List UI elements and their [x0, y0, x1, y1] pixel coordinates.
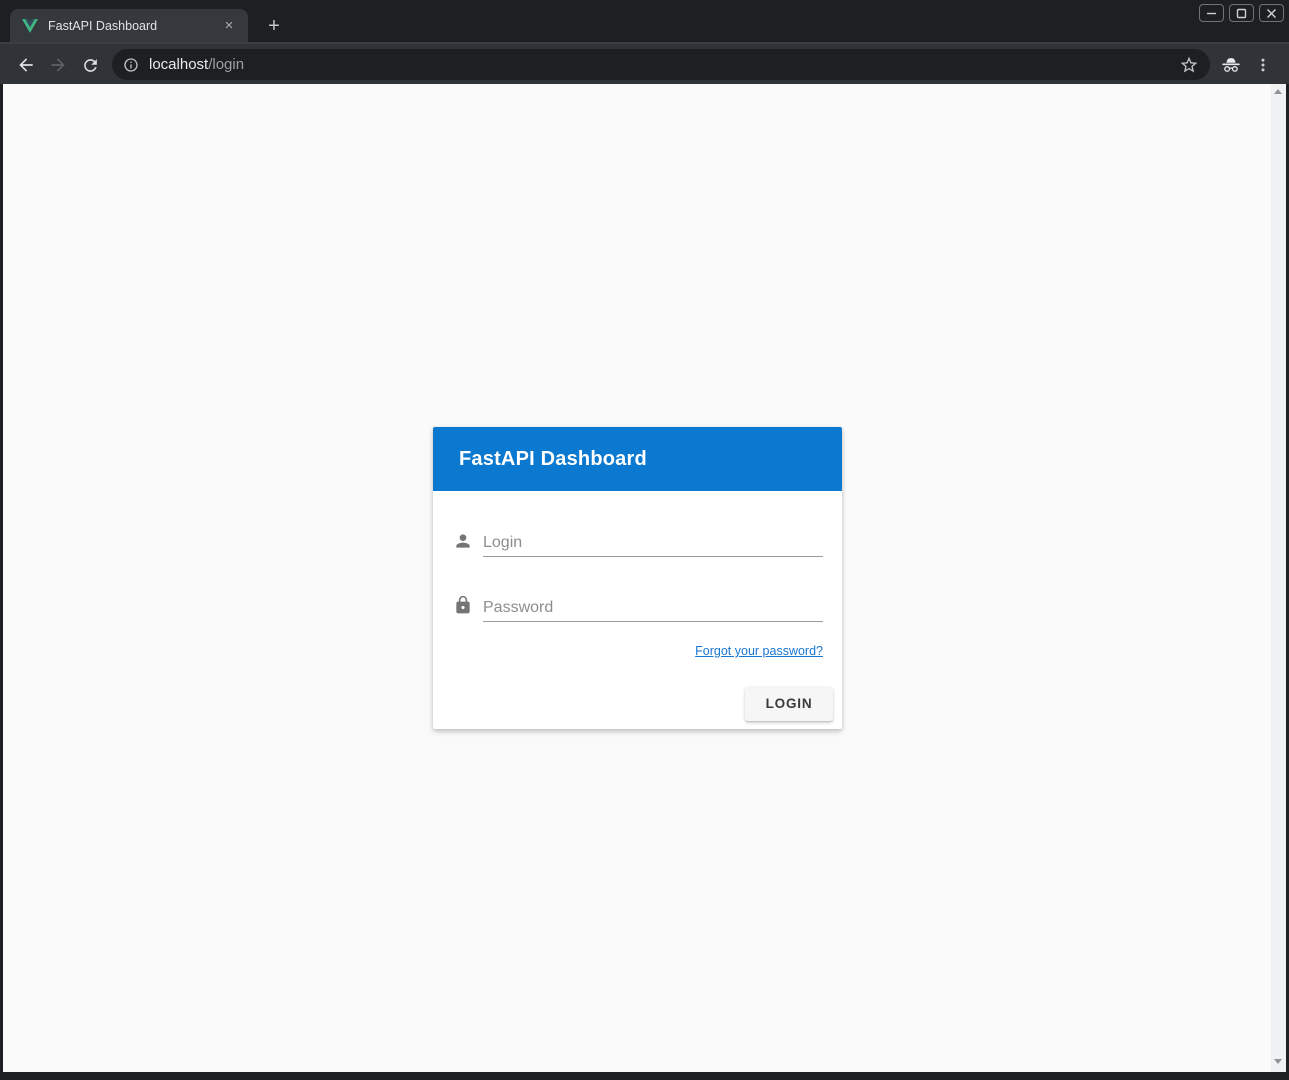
- maximize-button[interactable]: [1229, 4, 1254, 22]
- maximize-icon: [1236, 8, 1247, 19]
- browser-menu-button[interactable]: [1249, 51, 1277, 79]
- close-button[interactable]: [1259, 4, 1284, 22]
- minimize-button[interactable]: [1199, 4, 1224, 22]
- login-card-title: FastAPI Dashboard: [459, 448, 647, 471]
- kebab-menu-icon: [1254, 56, 1272, 74]
- browser-window: FastAPI Dashboard × +: [0, 0, 1289, 1080]
- new-tab-button[interactable]: +: [261, 13, 287, 39]
- vue-favicon-icon: [22, 18, 38, 34]
- page-scrollbar[interactable]: [1271, 84, 1286, 1072]
- login-card-header: FastAPI Dashboard: [433, 427, 842, 491]
- login-submit-button[interactable]: LOGIN: [745, 686, 833, 721]
- browser-tab[interactable]: FastAPI Dashboard ×: [10, 9, 248, 42]
- scroll-down-icon[interactable]: [1274, 1059, 1282, 1064]
- url-text: localhost/login: [149, 56, 244, 73]
- back-button[interactable]: [12, 51, 40, 79]
- address-bar[interactable]: localhost/login: [112, 49, 1210, 80]
- browser-toolbar: localhost/login: [0, 42, 1289, 84]
- url-host: localhost: [149, 56, 208, 73]
- login-input[interactable]: [483, 529, 823, 557]
- tab-title: FastAPI Dashboard: [48, 19, 220, 33]
- back-arrow-icon: [16, 55, 36, 75]
- login-card-body: Forgot your password? LOGIN: [433, 491, 842, 729]
- reload-icon: [81, 56, 100, 75]
- tab-close-icon[interactable]: ×: [220, 17, 238, 35]
- titlebar: FastAPI Dashboard × +: [0, 0, 1289, 42]
- login-card: FastAPI Dashboard Forgot your password? …: [433, 427, 842, 729]
- close-icon: [1266, 8, 1277, 19]
- bookmark-star-icon[interactable]: [1179, 55, 1199, 75]
- lock-icon: [453, 595, 473, 615]
- window-controls: [1199, 4, 1284, 22]
- forgot-password-link[interactable]: Forgot your password?: [695, 644, 823, 658]
- forward-button[interactable]: [44, 51, 72, 79]
- minimize-icon: [1206, 8, 1217, 19]
- url-path: /login: [208, 56, 244, 73]
- forward-arrow-icon: [48, 55, 68, 75]
- password-input[interactable]: [483, 594, 823, 622]
- reload-button[interactable]: [76, 51, 104, 79]
- scroll-up-icon[interactable]: [1274, 89, 1282, 94]
- person-icon: [453, 531, 473, 551]
- page-info-icon[interactable]: [123, 57, 139, 73]
- page-viewport: FastAPI Dashboard Forgot your password? …: [3, 84, 1286, 1072]
- incognito-indicator-icon: [1217, 51, 1245, 79]
